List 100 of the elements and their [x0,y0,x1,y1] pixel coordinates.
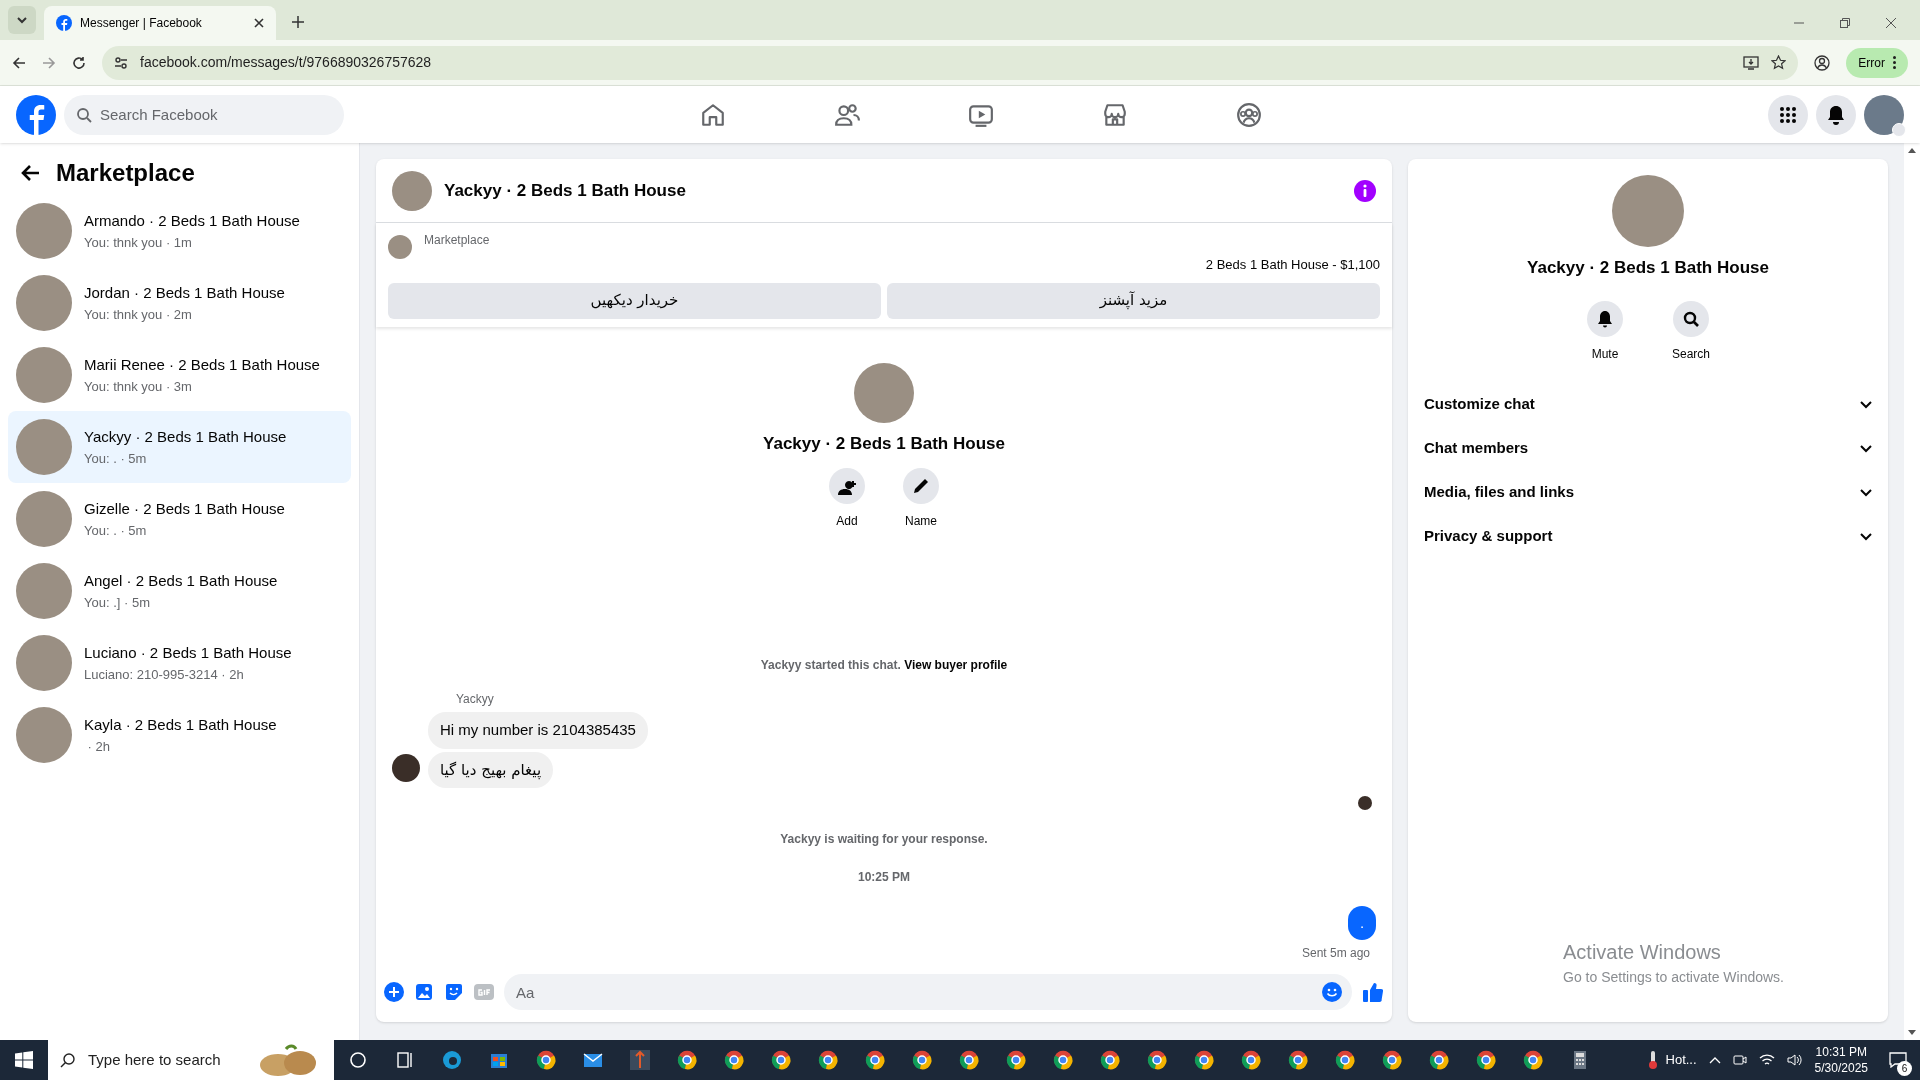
speaker-icon[interactable] [1786,1053,1803,1067]
site-settings-icon [114,55,128,70]
reload-icon[interactable] [72,55,86,70]
activation-notice-title: Activate Windows [1563,940,1722,965]
conversation-title: Kayla · 2 Beds 1 Bath House [84,715,277,735]
conversation-preview: You: thnk you · 3m [84,377,193,396]
photo-placeholder [16,275,72,331]
facebook-logo-icon[interactable] [16,94,56,135]
search-icon [60,1052,76,1068]
profile-error-button[interactable]: Error [1846,47,1908,78]
facebook-logo-icon [56,15,72,31]
chevron-down-icon [1860,532,1872,541]
notification-center-button[interactable]: 6 [1884,1046,1912,1074]
conversation-item[interactable]: Yackyy · 2 Beds 1 Bath House You: . · 5m [8,411,351,483]
conversation-preview: · 2h [86,737,111,756]
section-toggle[interactable]: Media, files and links [1424,470,1872,515]
account-avatar[interactable] [1864,94,1904,135]
wifi-icon[interactable] [1758,1053,1775,1067]
new-tab-icon[interactable] [292,16,304,28]
chevron-up-icon[interactable] [1708,1056,1721,1064]
star-icon[interactable] [1771,55,1787,70]
forward-arrow-icon[interactable] [42,55,56,70]
add-people-button[interactable] [829,468,865,504]
section-toggle[interactable]: Privacy & support [1424,514,1872,559]
sender-name: Yackyy [456,691,494,708]
browser-tab[interactable]: Messenger | Facebook [44,6,276,40]
tab-list-button[interactable] [8,6,36,34]
taskbar-search-field[interactable]: Type here to search [48,1040,334,1080]
view-buyer-profile-link[interactable]: View buyer profile [904,658,1008,672]
groups-icon[interactable] [1236,101,1262,128]
photo-placeholder [16,635,72,691]
profile-icon[interactable] [1814,54,1831,71]
sticker-icon[interactable] [444,982,464,1002]
chevron-down-icon [16,14,28,26]
conversation-title: Luciano · 2 Beds 1 Bath House [84,643,292,663]
action-button[interactable]: مزید آپشنز [887,282,1380,319]
sidebar-title: Marketplace [56,158,195,188]
emoji-icon[interactable] [1322,982,1342,1002]
listing-label: Marketplace [424,232,490,249]
search-button[interactable] [1673,300,1709,337]
back-arrow-icon[interactable] [12,55,26,70]
thumbs-up-icon[interactable] [1362,981,1384,1003]
conversation-preview: You: .] · 5m [84,593,151,612]
notifications-button[interactable] [1816,94,1856,135]
address-bar[interactable]: facebook.com/messages/t/9766890326757628 [102,45,1799,80]
sent-message-bubble: . [1348,906,1376,940]
clock-time[interactable]: 10:31 PM [1815,1044,1867,1060]
app-icon[interactable] [627,1048,652,1072]
windows-start-icon[interactable] [15,1051,33,1069]
chevron-down-icon [1860,488,1872,497]
photo-placeholder [16,419,72,475]
bell-icon [1827,104,1845,125]
menu-button[interactable] [1768,94,1808,135]
conversation-title: Yackyy · 2 Beds 1 Bath House [84,427,287,447]
scroll-down-icon[interactable] [1908,1030,1916,1036]
section-toggle[interactable]: Customize chat [1424,382,1872,427]
section-toggle[interactable]: Chat members [1424,426,1872,471]
timestamp: 10:25 PM [858,869,910,886]
close-icon[interactable] [254,18,264,28]
chat-start-notice: Yackyy started this chat. [760,658,901,672]
close-icon[interactable] [1886,18,1896,28]
mute-button[interactable] [1587,300,1623,337]
photo-placeholder [392,170,432,211]
install-app-icon[interactable] [1743,55,1760,70]
search-field[interactable]: Search Facebook [64,94,344,135]
search-icon [1682,309,1700,328]
waiting-notice: Yackyy is waiting for your response. [780,831,988,848]
message-bubble: پیغام بھیج دیا گیا [428,751,554,788]
sent-status: Sent 5m ago [1301,945,1370,962]
plus-circle-icon[interactable] [384,982,404,1002]
meet-now-icon[interactable] [1732,1053,1747,1067]
bell-icon [1596,309,1614,328]
conversation-title: Gizelle · 2 Beds 1 Bath House [84,499,285,519]
conversation-title: Armando · 2 Beds 1 Bath House [84,211,300,231]
activation-notice-text: Go to Settings to activate Windows. [1563,968,1784,987]
message-bubble: Hi my number is 2104385435 [428,712,648,749]
chevron-down-icon [1860,400,1872,409]
clock-date[interactable]: 5/30/2025 [1814,1060,1868,1076]
friends-icon[interactable] [834,101,860,128]
conversation-preview: You: . · 5m [84,521,148,540]
scroll-up-icon[interactable] [1908,147,1916,153]
edit-name-button[interactable] [903,468,939,504]
message-input-field[interactable]: Aa [504,974,1352,1010]
conversation-preview: You: thnk you · 2m [84,305,193,324]
photo-placeholder [16,347,72,403]
info-icon[interactable] [1354,179,1376,202]
action-button[interactable]: خریدار دیکھیں [388,282,881,319]
action-label: Add [836,513,858,530]
restore-icon[interactable] [1840,18,1850,28]
home-icon[interactable] [700,101,726,128]
pencil-icon [912,477,930,495]
read-receipt-avatar [1358,796,1372,810]
conversation-preview: You: . · 5m [84,449,148,468]
back-arrow-icon[interactable] [20,164,40,182]
search-icon [76,106,92,123]
store-icon[interactable] [1102,101,1128,128]
image-icon[interactable] [414,982,434,1002]
weather-text[interactable]: Hot... [1665,1050,1697,1070]
action-label: Mute [1591,345,1619,363]
thermometer-icon [1647,1050,1658,1070]
